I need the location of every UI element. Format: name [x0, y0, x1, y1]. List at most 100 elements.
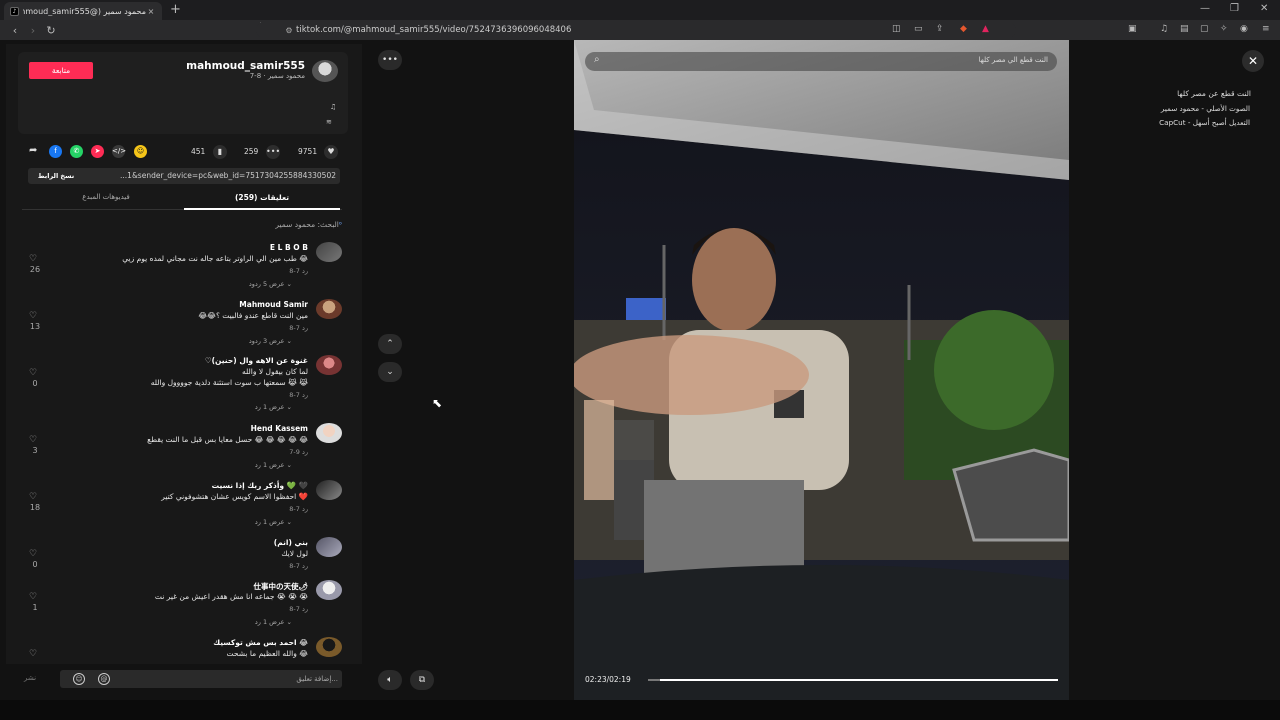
volume-icon[interactable]: 🔈︎ [378, 670, 402, 690]
send-to-friend-icon[interactable]: ➤ [91, 145, 104, 158]
chevron-down-icon[interactable]: ⌄ [378, 362, 402, 382]
comment-meta[interactable]: 8-7 رد [289, 267, 308, 275]
view-replies-link[interactable]: عرض 5 ردود ⌄ [249, 280, 292, 288]
video-link-text[interactable]: ...1&sender_device=pc&web_id=75173042558… [90, 168, 336, 184]
mention-icon[interactable]: @ [98, 673, 110, 685]
post-comment-button[interactable]: نشر [24, 674, 36, 682]
video-player[interactable] [574, 40, 1069, 700]
creator-username[interactable]: mahmoud_samir555 [150, 60, 305, 72]
view-replies-link[interactable]: عرض 3 ردود ⌄ [249, 337, 292, 345]
comment-like-icon[interactable]: ♡ [29, 368, 37, 378]
browser-tab[interactable]: ♪ محمود سمير (@mahmoud_samir555) × [4, 2, 162, 20]
vpn-icon[interactable]: ◉ [1240, 24, 1248, 34]
url-text: tiktok.com/@mahmoud_samir555/video/75247… [296, 25, 572, 35]
comment-meta[interactable]: 8-7 رد [289, 324, 308, 332]
video-search-text[interactable]: النت قطع الي مصر كلها [900, 56, 1048, 64]
reload-icon[interactable]: ↻ [42, 24, 60, 37]
emoji-share-icon[interactable]: ☺ [134, 145, 147, 158]
capcut-link[interactable]: CapCut - التعديل أصبح أسهل [1159, 118, 1250, 127]
media-icon[interactable]: ♫ [1160, 24, 1168, 34]
forward-icon[interactable]: › [24, 24, 42, 37]
progress-fill [660, 679, 1058, 681]
browser-tab-bar [0, 0, 1280, 20]
window-close-icon[interactable]: ✕ [1260, 3, 1268, 14]
cast-icon[interactable]: ▭ [914, 24, 923, 34]
brave-shield-icon[interactable]: ◆ [960, 24, 967, 34]
address-bar[interactable]: ⚙︎ tiktok.com/@mahmoud_samir555/video/75… [256, 22, 1016, 38]
comment-icon[interactable]: ••• [266, 145, 280, 159]
commenter-name[interactable]: ♡(حنين) غنوة عن الاهه وال [205, 356, 308, 365]
menu-icon[interactable]: ≡ [1262, 24, 1270, 34]
comment-search-label[interactable]: البحث: محمود سميرᵒ [160, 220, 342, 229]
comment-like-icon[interactable]: ♡ [29, 592, 37, 602]
commenter-avatar[interactable] [316, 299, 342, 319]
creator-avatar[interactable] [312, 60, 338, 82]
sound-name[interactable]: الصوت الأصلي - محمود سمير [1161, 104, 1250, 113]
commenter-name[interactable]: 仕事中の天使🌶 [253, 581, 308, 592]
sidebar-toggle-icon[interactable]: ▣ [1128, 24, 1137, 34]
comment-like-icon[interactable]: ♡ [29, 649, 37, 659]
more-icon[interactable]: ••• [378, 50, 402, 70]
comment-like-icon[interactable]: ♡ [29, 492, 37, 502]
commenter-name[interactable]: Hend Kassem [251, 424, 308, 433]
translate-icon[interactable]: ◫ [892, 24, 901, 34]
commenter-avatar[interactable] [316, 423, 342, 443]
whatsapp-icon[interactable]: ✆ [70, 145, 83, 158]
view-replies-link[interactable]: عرض 1 رد ⌄ [255, 461, 292, 469]
extensions-icon[interactable]: ✧ [1220, 24, 1228, 34]
commenter-name[interactable]: وأذكر ربك إذا نسيت 💚 🖤 [212, 481, 308, 490]
comment-text: حسل معايا بس قبل ما النت يقطع 😂 😂 😂 😂 😂 [147, 435, 308, 444]
comment-like-icon[interactable]: ♡ [29, 311, 37, 321]
rewards-icon[interactable]: ▲ [982, 24, 989, 34]
commenter-avatar[interactable] [316, 242, 342, 262]
wallet-icon[interactable]: ▢ [1200, 24, 1209, 34]
view-replies-link[interactable]: عرض 1 رد ⌄ [255, 618, 292, 626]
chevron-up-icon[interactable]: ⌃ [378, 334, 402, 354]
share-arrow-icon[interactable]: ➦ [29, 145, 37, 156]
embed-icon[interactable]: </> [112, 145, 126, 158]
commenter-name[interactable]: احمد بس مش توكسيك 😂 [213, 638, 308, 647]
reading-view-icon[interactable]: ▤ [1180, 24, 1189, 34]
commenter-avatar[interactable] [316, 637, 342, 657]
commenter-name[interactable]: Mahmoud Samir [239, 300, 308, 309]
comment-text: والله العظيم ما بشحت 😂 [226, 649, 308, 658]
back-icon[interactable]: ‹ [6, 24, 24, 37]
comment-like-icon[interactable]: ♡ [29, 254, 37, 264]
commenter-avatar[interactable] [316, 580, 342, 600]
comment-text: طب مين الي الراوتر بتاعه جاله نت مجاني ل… [122, 254, 308, 263]
tab-comments[interactable]: (259) تعليقات [184, 193, 340, 202]
tab-creator-videos[interactable]: فيديوهات المبدع [28, 193, 184, 201]
commenter-avatar[interactable] [316, 537, 342, 557]
view-replies-link[interactable]: عرض 1 رد ⌄ [255, 403, 292, 411]
maximize-icon[interactable]: ❐ [1230, 3, 1239, 14]
comment-like-icon[interactable]: ♡ [29, 549, 37, 559]
commenter-name[interactable]: بني (انم) [274, 538, 308, 547]
follow-button[interactable]: متابعة [29, 62, 93, 79]
copy-link-button[interactable]: نسخ الرابط [28, 168, 84, 184]
commenter-name[interactable]: E L B O B [270, 243, 308, 252]
close-icon[interactable]: ✕ [1242, 50, 1264, 72]
comment-meta[interactable]: 8-7 رد [289, 391, 308, 399]
picture-in-picture-icon[interactable]: ⧉ [410, 670, 434, 690]
facebook-icon[interactable]: f [49, 145, 62, 158]
search-icon[interactable]: ⌕ [594, 54, 600, 65]
comment-meta[interactable]: 8-7 رد [289, 562, 308, 570]
view-replies-link[interactable]: عرض 1 رد ⌄ [255, 518, 292, 526]
tab-close-icon[interactable]: × [146, 7, 156, 16]
minimize-icon[interactable]: — [1200, 3, 1210, 14]
video-caption: النت قطع عن مصر كلها [1177, 89, 1251, 98]
commenter-avatar[interactable] [316, 480, 342, 500]
comment-meta[interactable]: 8-7 رد [289, 505, 308, 513]
comment-like-count: 3 [32, 446, 38, 455]
site-info-icon[interactable]: ⚙︎ [282, 26, 296, 35]
commenter-avatar[interactable] [316, 355, 342, 375]
comment-like-icon[interactable]: ♡ [29, 435, 37, 445]
comment-meta[interactable]: 8-7 رد [289, 605, 308, 613]
comment-meta[interactable]: 7-9 رد [289, 448, 308, 456]
like-icon[interactable]: ♥ [324, 145, 338, 159]
share-page-icon[interactable]: ⇪ [936, 24, 944, 34]
new-tab-button[interactable]: + [170, 2, 181, 18]
bookmark-save-icon[interactable]: ▮ [213, 145, 227, 159]
comment-input[interactable]: إضافة تعليق... [160, 671, 338, 687]
emoji-picker-icon[interactable]: ☺ [73, 673, 85, 685]
